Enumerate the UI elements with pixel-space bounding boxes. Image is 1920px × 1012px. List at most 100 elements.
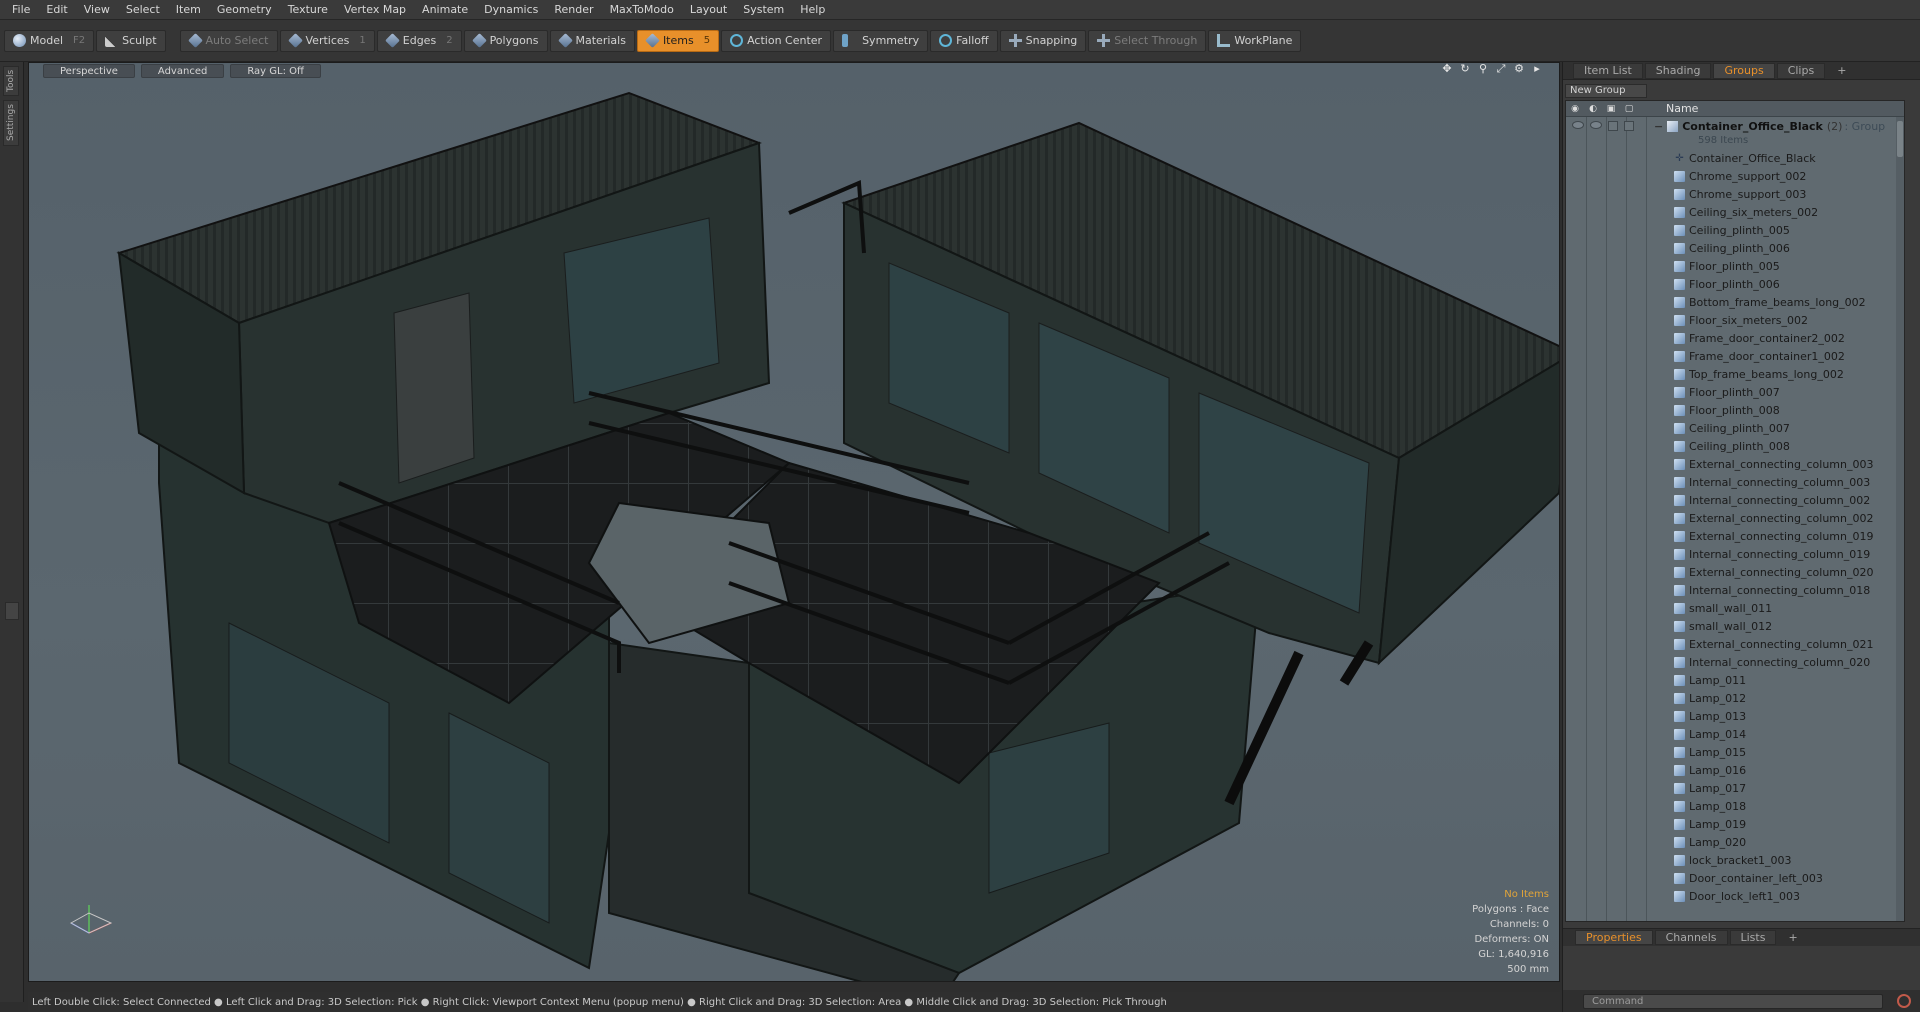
list-item[interactable]: Lamp_014	[1566, 725, 1904, 743]
list-item[interactable]: Internal_connecting_column_002	[1566, 491, 1904, 509]
menu-select[interactable]: Select	[118, 3, 168, 16]
lock-column-icon[interactable]: ▣	[1602, 104, 1620, 114]
list-item[interactable]: Floor_six_meters_002	[1566, 311, 1904, 329]
list-item[interactable]: ✛ Container_Office_Black	[1566, 149, 1904, 167]
menu-dynamics[interactable]: Dynamics	[476, 3, 546, 16]
select-checkbox[interactable]	[1624, 121, 1634, 131]
list-item[interactable]: Lamp_017	[1566, 779, 1904, 797]
maximize-icon[interactable]: ⤢	[1495, 63, 1507, 75]
list-item[interactable]: External_connecting_column_003	[1566, 455, 1904, 473]
list-item[interactable]: Frame_door_container2_002	[1566, 329, 1904, 347]
edges-button[interactable]: Edges 2	[376, 29, 462, 52]
select-through-button[interactable]: Select Through	[1088, 29, 1207, 52]
render-icon[interactable]	[1590, 121, 1602, 129]
list-item[interactable]: Lamp_016	[1566, 761, 1904, 779]
list-item[interactable]: small_wall_011	[1566, 599, 1904, 617]
symmetry-button[interactable]: Symmetry	[833, 29, 929, 52]
tree-scrollbar[interactable]	[1896, 117, 1904, 921]
list-item[interactable]: Chrome_support_002	[1566, 167, 1904, 185]
vertices-button[interactable]: Vertices 1	[279, 29, 375, 52]
rotate-icon[interactable]: ↻	[1459, 63, 1471, 75]
menu-help[interactable]: Help	[792, 3, 833, 16]
list-item[interactable]: Ceiling_plinth_008	[1566, 437, 1904, 455]
list-item[interactable]: Lamp_015	[1566, 743, 1904, 761]
materials-button[interactable]: Materials	[549, 29, 635, 52]
list-item[interactable]: External_connecting_column_002	[1566, 509, 1904, 527]
tools-tab[interactable]: Tools	[3, 66, 19, 96]
falloff-button[interactable]: Falloff	[930, 29, 998, 52]
polygons-button[interactable]: Polygons	[463, 29, 548, 52]
pan-icon[interactable]: ✥	[1441, 63, 1453, 75]
list-item[interactable]: Lamp_020	[1566, 833, 1904, 851]
list-item[interactable]: Internal_connecting_column_020	[1566, 653, 1904, 671]
add-tab-button[interactable]: +	[1827, 63, 1856, 79]
menu-texture[interactable]: Texture	[280, 3, 336, 16]
list-item[interactable]: Bottom_frame_beams_long_002	[1566, 293, 1904, 311]
tab-item-list[interactable]: Item List	[1573, 62, 1643, 79]
raygl-toggle[interactable]: Ray GL: Off	[230, 64, 321, 78]
list-item[interactable]: Floor_plinth_008	[1566, 401, 1904, 419]
list-item[interactable]: External_connecting_column_019	[1566, 527, 1904, 545]
list-item[interactable]: Door_container_left_003	[1566, 869, 1904, 887]
visibility-column-icon[interactable]: ◉	[1566, 104, 1584, 114]
tab-clips[interactable]: Clips	[1776, 62, 1826, 79]
view-type-dropdown[interactable]: Perspective	[43, 64, 135, 78]
menu-geometry[interactable]: Geometry	[209, 3, 280, 16]
list-item[interactable]: Ceiling_plinth_005	[1566, 221, 1904, 239]
snapping-button[interactable]: Snapping	[999, 29, 1087, 52]
list-item[interactable]: Lamp_013	[1566, 707, 1904, 725]
list-item[interactable]: Floor_plinth_005	[1566, 257, 1904, 275]
list-item[interactable]: Internal_connecting_column_019	[1566, 545, 1904, 563]
group-row[interactable]: − Container_Office_Black (2) : Group	[1566, 117, 1904, 135]
tab-channels[interactable]: Channels	[1654, 930, 1728, 945]
items-button[interactable]: Items 5	[636, 29, 720, 52]
scrollbar-thumb[interactable]	[1897, 121, 1903, 157]
menu-system[interactable]: System	[735, 3, 792, 16]
menu-render[interactable]: Render	[546, 3, 601, 16]
list-item[interactable]: Lamp_011	[1566, 671, 1904, 689]
settings-tab[interactable]: Settings	[3, 100, 19, 146]
list-item[interactable]: small_wall_012	[1566, 617, 1904, 635]
list-item[interactable]: Frame_door_container1_002	[1566, 347, 1904, 365]
menu-layout[interactable]: Layout	[682, 3, 735, 16]
lock-checkbox[interactable]	[1608, 121, 1618, 131]
menu-view[interactable]: View	[76, 3, 118, 16]
tab-properties[interactable]: Properties	[1575, 930, 1653, 945]
list-item[interactable]: Ceiling_six_meters_002	[1566, 203, 1904, 221]
command-record-icon[interactable]	[1897, 994, 1911, 1008]
select-column-icon[interactable]: ▢	[1620, 104, 1638, 114]
list-item[interactable]: Ceiling_plinth_007	[1566, 419, 1904, 437]
list-item[interactable]: Lamp_019	[1566, 815, 1904, 833]
tab-groups[interactable]: Groups	[1713, 62, 1775, 79]
menu-vertex-map[interactable]: Vertex Map	[336, 3, 414, 16]
render-column-icon[interactable]: ◐	[1584, 104, 1602, 114]
sculpt-mode-button[interactable]: Sculpt	[96, 29, 166, 52]
list-item[interactable]: Lamp_018	[1566, 797, 1904, 815]
list-item[interactable]: lock_bracket1_003	[1566, 851, 1904, 869]
list-item[interactable]: Chrome_support_003	[1566, 185, 1904, 203]
menu-animate[interactable]: Animate	[414, 3, 476, 16]
auto-select-button[interactable]: Auto Select	[179, 29, 278, 52]
name-column-header[interactable]: Name	[1666, 102, 1698, 115]
add-property-tab-button[interactable]: +	[1778, 930, 1807, 945]
workplane-button[interactable]: WorkPlane	[1208, 29, 1302, 52]
list-item[interactable]: Internal_connecting_column_018	[1566, 581, 1904, 599]
list-item[interactable]: External_connecting_column_020	[1566, 563, 1904, 581]
container-office-scene[interactable]	[29, 63, 1560, 982]
menu-file[interactable]: File	[4, 3, 38, 16]
eye-icon[interactable]	[1572, 121, 1584, 129]
list-item[interactable]: Floor_plinth_006	[1566, 275, 1904, 293]
tab-lists[interactable]: Lists	[1729, 930, 1777, 945]
action-center-button[interactable]: Action Center	[721, 29, 832, 52]
shading-mode-dropdown[interactable]: Advanced	[140, 64, 225, 78]
menu-item[interactable]: Item	[168, 3, 209, 16]
gear-icon[interactable]: ⚙	[1513, 63, 1525, 75]
model-mode-button[interactable]: Model F2	[4, 29, 95, 52]
menu-maxtomodo[interactable]: MaxToModo	[602, 3, 682, 16]
list-item[interactable]: Door_lock_left1_003	[1566, 887, 1904, 905]
list-item[interactable]: Internal_connecting_column_003	[1566, 473, 1904, 491]
list-item[interactable]: Ceiling_plinth_006	[1566, 239, 1904, 257]
command-input[interactable]: Command	[1583, 993, 1883, 1009]
menu-edit[interactable]: Edit	[38, 3, 75, 16]
list-item[interactable]: External_connecting_column_021	[1566, 635, 1904, 653]
